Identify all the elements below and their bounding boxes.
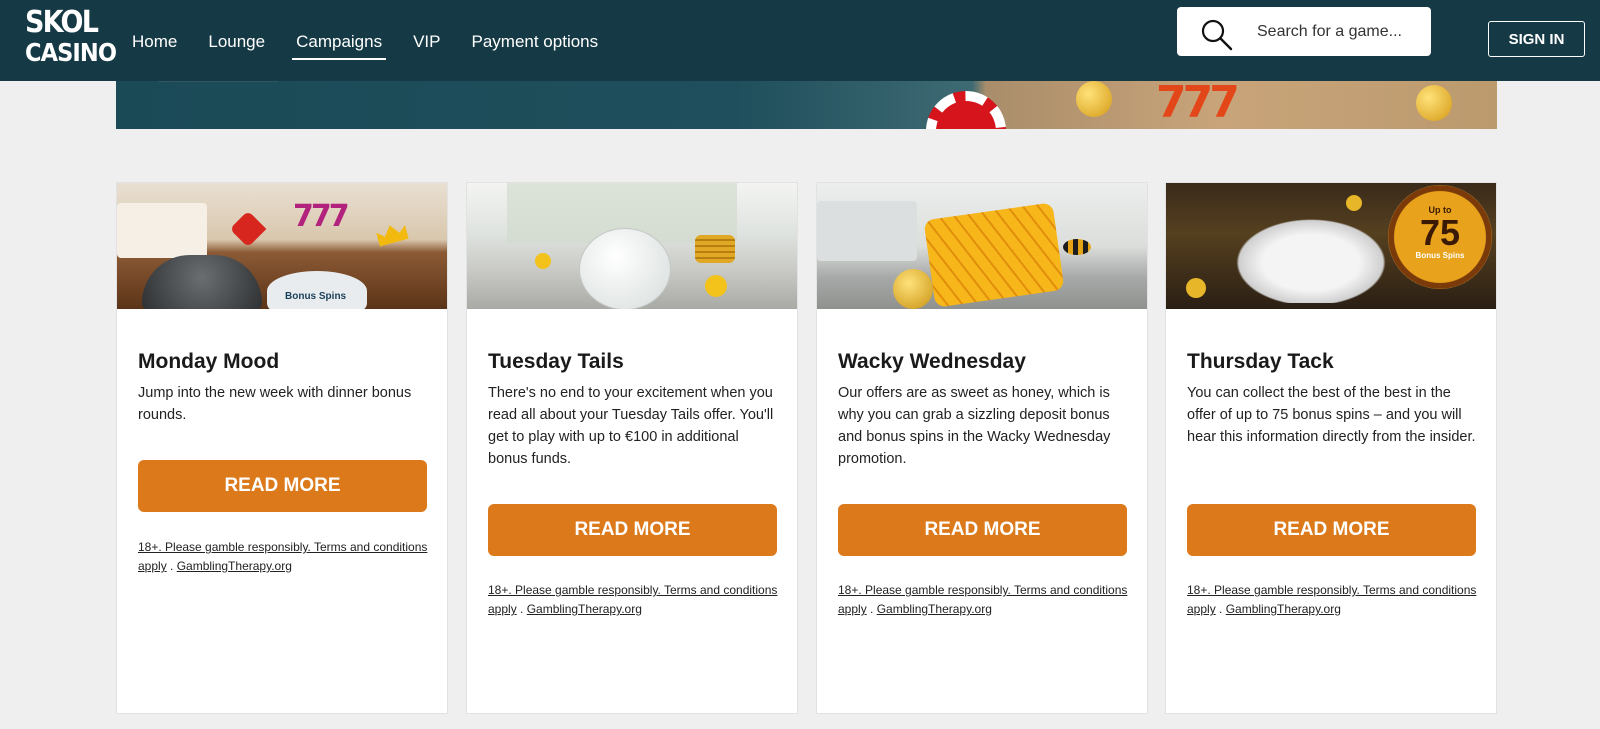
gambling-therapy-link[interactable]: GamblingTherapy.org <box>527 602 642 616</box>
terms-separator: . <box>166 559 177 573</box>
terms-text: 18+. Please gamble responsibly. Terms an… <box>1187 581 1479 619</box>
terms-separator: . <box>866 602 877 616</box>
tuesday-tails-image <box>467 183 797 309</box>
nav-campaigns[interactable]: Campaigns <box>286 0 392 81</box>
campaign-card-wacky-wednesday: Wacky Wednesday Our offers are as sweet … <box>816 182 1148 714</box>
sign-in-button[interactable]: SIGN IN <box>1488 21 1585 57</box>
bee-icon <box>1063 239 1091 255</box>
hero-banner: 777 <box>116 81 1497 129</box>
bonus-spins-label: Bonus Spins <box>285 291 347 302</box>
wacky-wednesday-image <box>817 183 1147 309</box>
gold-coin-graphic <box>535 253 551 269</box>
terms-text: 18+. Please gamble responsibly. Terms an… <box>138 538 430 576</box>
read-more-button[interactable]: READ MORE <box>488 504 777 556</box>
gambling-therapy-link[interactable]: GamblingTherapy.org <box>1226 602 1341 616</box>
read-more-button[interactable]: READ MORE <box>1187 504 1476 556</box>
card-title: Monday Mood <box>138 350 280 373</box>
card-description: There's no end to your excitement when y… <box>488 385 774 467</box>
logo-line-2: CASINO <box>25 38 117 67</box>
hero-divider <box>158 81 278 82</box>
campaign-card-monday-mood: 777 Bonus Spins Monday Mood Jump into th… <box>116 182 448 714</box>
heart-icon <box>229 210 267 248</box>
read-more-button[interactable]: READ MORE <box>138 460 427 512</box>
badge-number: 75 <box>1419 212 1461 253</box>
nav-vip[interactable]: VIP <box>403 0 450 81</box>
campaign-cards: 777 Bonus Spins Monday Mood Jump into th… <box>116 182 1497 714</box>
gold-coin-graphic <box>705 275 727 297</box>
gold-coin-graphic <box>893 269 933 309</box>
gambling-therapy-link[interactable]: GamblingTherapy.org <box>877 602 992 616</box>
gambling-therapy-link[interactable]: GamblingTherapy.org <box>177 559 292 573</box>
thursday-tack-image: Up to 75 Bonus Spins <box>1166 183 1496 309</box>
horse-graphic <box>1226 213 1396 303</box>
coin-stack-graphic <box>695 235 735 263</box>
gold-coin-graphic <box>1076 81 1112 117</box>
badge-bonus-spins: Bonus Spins <box>1415 251 1465 260</box>
site-header: SKOL CASINO Home Lounge Campaigns VIP Pa… <box>0 0 1600 81</box>
gold-coin-graphic <box>1416 85 1452 121</box>
crown-icon <box>375 221 409 246</box>
casino-chip-graphic <box>926 91 1006 129</box>
nav-home[interactable]: Home <box>122 0 187 81</box>
fishbowl-graphic <box>579 228 671 309</box>
logo-line-1: SKOL <box>25 5 99 40</box>
bonus-spins-badge: Up to 75 Bonus Spins <box>1388 185 1492 289</box>
skol-casino-logo[interactable]: SKOL CASINO <box>25 5 117 72</box>
terms-separator: . <box>1215 602 1226 616</box>
lucky-777-graphic: 777 <box>293 199 350 234</box>
terms-text: 18+. Please gamble responsibly. Terms an… <box>488 581 780 619</box>
gold-coin-graphic <box>1186 278 1206 298</box>
card-title: Wacky Wednesday <box>838 350 1026 373</box>
card-description: Jump into the new week with dinner bonus… <box>138 385 412 423</box>
monday-mood-image: 777 Bonus Spins <box>117 183 447 309</box>
search-input[interactable] <box>1255 17 1424 47</box>
nav-payment-options[interactable]: Payment options <box>462 0 609 81</box>
terms-text: 18+. Please gamble responsibly. Terms an… <box>838 581 1130 619</box>
honeycomb-graphic <box>923 202 1065 308</box>
terms-separator: . <box>516 602 527 616</box>
gold-coin-graphic <box>1346 195 1362 211</box>
main-nav: Home Lounge Campaigns VIP Payment option… <box>122 0 619 81</box>
campaign-card-tuesday-tails: Tuesday Tails There's no end to your exc… <box>466 182 798 714</box>
read-more-button[interactable]: READ MORE <box>838 504 1127 556</box>
card-description: You can collect the best of the best in … <box>1187 385 1476 445</box>
search-icon[interactable] <box>1199 17 1235 53</box>
lucky-777-graphic: 777 <box>1156 81 1240 128</box>
campaign-card-thursday-tack: Up to 75 Bonus Spins Thursday Tack You c… <box>1165 182 1497 714</box>
bonus-spins-bowl <box>267 271 367 309</box>
nav-lounge[interactable]: Lounge <box>198 0 275 81</box>
card-description: Our offers are as sweet as honey, which … <box>838 385 1111 467</box>
tortoise-graphic <box>142 255 262 309</box>
search-box[interactable] <box>1177 7 1431 56</box>
card-title: Tuesday Tails <box>488 350 624 373</box>
card-title: Thursday Tack <box>1187 350 1334 373</box>
